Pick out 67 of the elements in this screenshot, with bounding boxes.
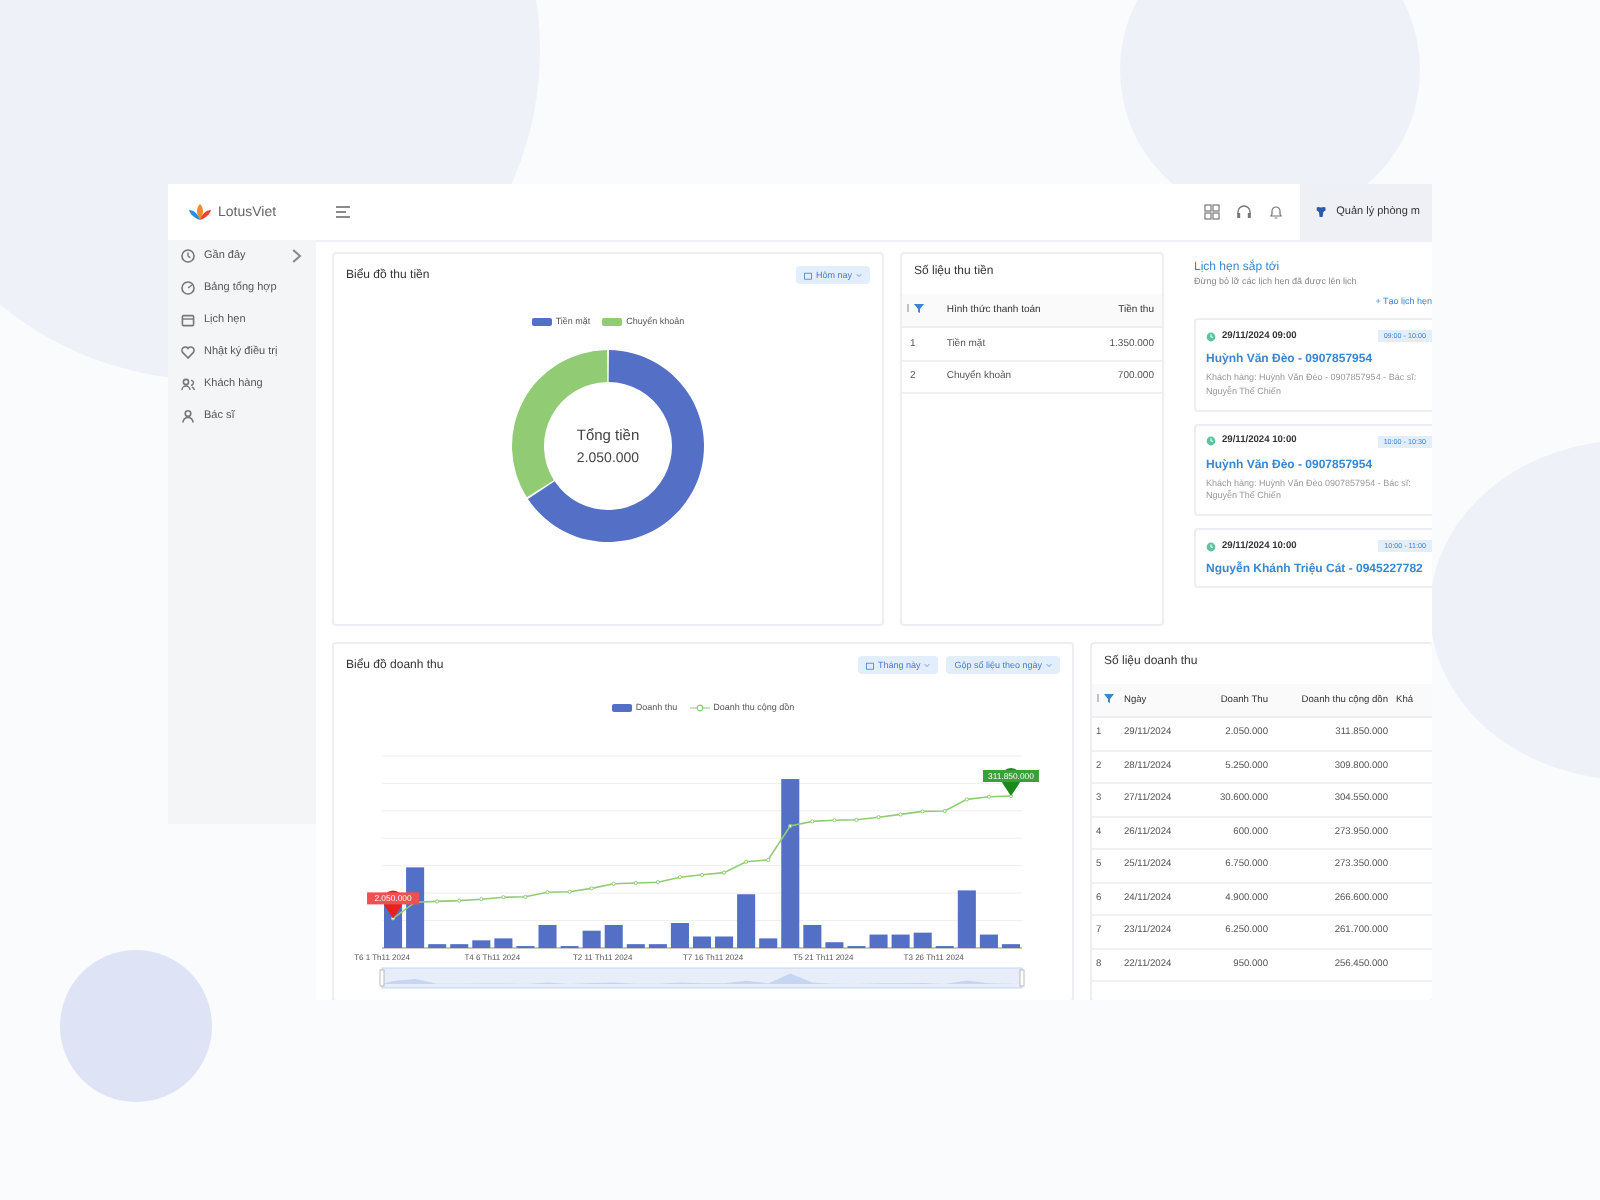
line-point: [545, 890, 550, 895]
line-point: [523, 894, 528, 899]
line-point: [435, 899, 440, 904]
revenue-bar: [472, 940, 491, 948]
menu-icon[interactable]: [336, 206, 352, 218]
revenue-bar: [803, 924, 822, 948]
filter-icon[interactable]: [906, 302, 926, 314]
line-point: [854, 817, 859, 822]
zoom-slider[interactable]: [379, 967, 1025, 989]
line-point: [677, 875, 683, 880]
clock-icon: [1206, 541, 1216, 551]
caret-icon: [924, 662, 931, 668]
line-point: [898, 812, 903, 817]
revenue-bar: [913, 932, 932, 948]
tooth-icon: [1316, 204, 1327, 220]
revenue-bar: [494, 938, 513, 948]
revenue-bar: [825, 942, 844, 948]
revenue-bar: [604, 924, 623, 948]
bell-icon[interactable]: [1268, 204, 1284, 220]
revenue-bar: [715, 936, 734, 948]
revenue-bar: [891, 934, 910, 948]
revenue-bar: [670, 923, 689, 948]
menu-item-icon: [180, 408, 196, 424]
menu-item-icon: [180, 280, 196, 296]
line-point: [832, 818, 837, 823]
apps-icon[interactable]: [1204, 204, 1220, 220]
line-point: [633, 880, 638, 886]
revenue-bar: [957, 890, 976, 948]
revenue-bar: [737, 894, 756, 948]
line-point: [589, 886, 594, 891]
line-point: [655, 880, 660, 885]
headset-icon[interactable]: [1236, 204, 1252, 220]
caret-icon: [856, 272, 862, 278]
line-point: [567, 889, 572, 894]
menu-item-icon: [180, 344, 196, 360]
line-point: [964, 797, 969, 802]
revenue-bar: [582, 930, 601, 948]
line-point: [766, 857, 771, 862]
filter-icon[interactable]: [1096, 692, 1116, 704]
calendar-icon: [803, 271, 812, 279]
line-point: [457, 898, 462, 903]
revenue-bar: [869, 934, 888, 948]
line-point: [876, 815, 881, 820]
revenue-bar: [538, 924, 557, 948]
caret-icon: [1046, 662, 1052, 668]
line-point: [986, 794, 991, 799]
clock-icon: [1206, 436, 1216, 446]
lotus-logo-icon: [188, 202, 212, 222]
line-point: [788, 823, 793, 829]
revenue-bar: [759, 938, 778, 948]
menu-item-icon: [180, 376, 196, 392]
line-point: [942, 808, 947, 814]
revenue-bar: [979, 934, 998, 948]
line-point: [744, 859, 749, 864]
line-point: [1008, 793, 1014, 799]
line-point: [479, 897, 484, 902]
calendar-icon: [865, 661, 874, 669]
revenue-bar: [692, 936, 712, 948]
line-point: [611, 881, 616, 886]
line-point: [810, 819, 815, 824]
clock-icon: [1206, 331, 1216, 341]
line-point: [501, 895, 506, 900]
line-point: [721, 870, 727, 875]
line-point: [920, 809, 925, 814]
line-point: [699, 872, 705, 877]
menu-item-icon: [180, 248, 196, 264]
menu-item-icon: [180, 312, 196, 328]
